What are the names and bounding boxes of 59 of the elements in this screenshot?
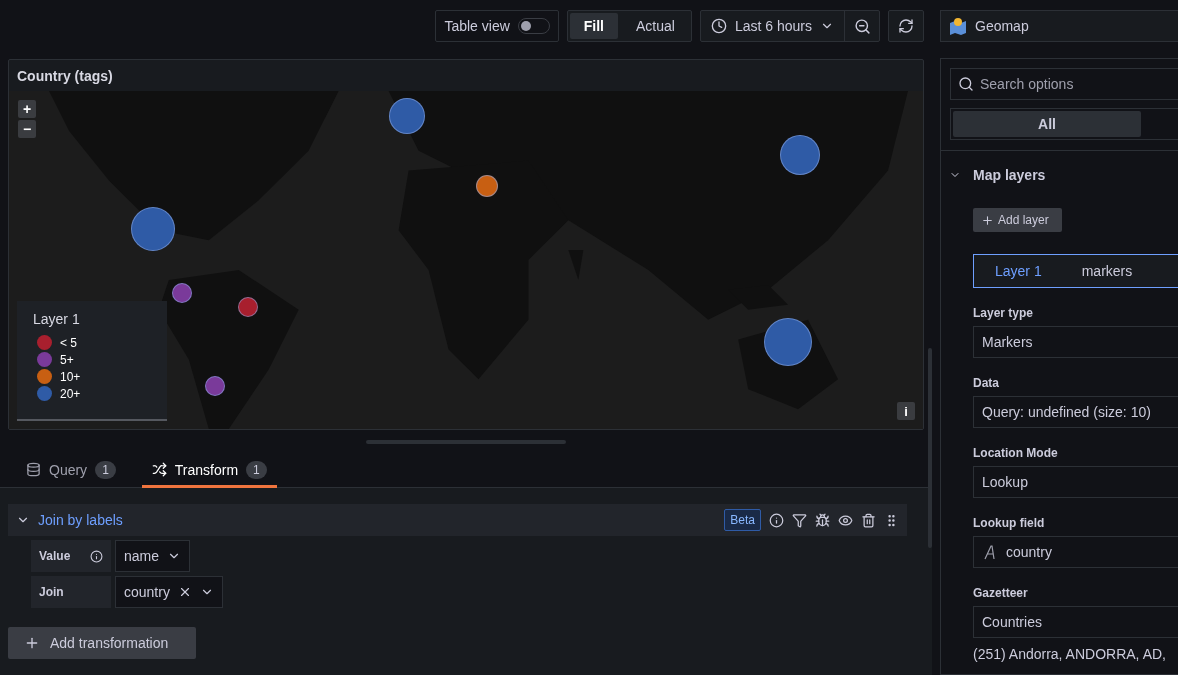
legend-label: 5+ xyxy=(60,352,74,367)
zoom-in-button[interactable]: + xyxy=(18,100,36,118)
select-field[interactable]: country xyxy=(973,536,1178,568)
refresh-icon xyxy=(898,18,914,34)
table-view-toggle[interactable]: Table view xyxy=(435,10,559,42)
select-field[interactable]: Lookup xyxy=(973,466,1178,498)
refresh-button[interactable] xyxy=(888,10,924,42)
layer-row[interactable]: Layer 1 markers xyxy=(973,254,1178,288)
zoom-out-button[interactable]: − xyxy=(18,120,36,138)
field-label: Value xyxy=(31,540,111,572)
option-label: Lookup field xyxy=(973,516,1046,530)
info-icon[interactable] xyxy=(769,512,784,528)
filter-tab[interactable]: All xyxy=(953,111,1141,137)
info-icon xyxy=(90,549,103,563)
visualization-picker[interactable]: Geomap xyxy=(940,10,1178,42)
legend-label: 10+ xyxy=(60,369,81,384)
add-layer-button[interactable]: Add layer xyxy=(973,208,1062,232)
select-field[interactable]: Query: undefined (size: 10) xyxy=(973,396,1178,428)
section-header[interactable]: Map layers xyxy=(941,155,1178,195)
transformation-header[interactable]: Join by labels Beta xyxy=(8,504,907,536)
string-type-icon xyxy=(982,544,998,560)
option-label: Data xyxy=(973,376,1000,390)
resize-handle[interactable] xyxy=(366,440,566,445)
legend-label: 20+ xyxy=(60,386,81,401)
search-field[interactable]: Search options xyxy=(950,68,1178,100)
beta-badge: Beta xyxy=(724,509,761,531)
transform-icon xyxy=(151,462,167,477)
editor-tab[interactable]: Query 1 xyxy=(16,454,126,488)
database-icon xyxy=(26,462,41,477)
select-field[interactable]: country xyxy=(115,576,223,608)
select-field[interactable]: Markers xyxy=(973,326,1178,358)
transformation-title: Join by labels xyxy=(38,512,124,528)
plus-icon xyxy=(981,213,994,227)
add-transformation-button[interactable]: Add transformation xyxy=(8,627,196,659)
panel-title: Country (tags) xyxy=(16,66,114,86)
zoom-out-icon xyxy=(853,17,871,35)
fit-option[interactable]: Actual xyxy=(622,13,689,39)
gazetteer-preview: (251) Andorra, ANDORRA, AD, xyxy=(973,646,1167,662)
info-button[interactable]: i xyxy=(897,402,915,421)
toggle-switch[interactable] xyxy=(517,18,550,34)
table-view-label: Table view xyxy=(444,18,510,34)
fit-option[interactable]: Fill xyxy=(569,13,618,39)
tab-count: 1 xyxy=(95,460,116,479)
legend-label: < 5 xyxy=(60,335,77,350)
select-field[interactable]: Countries xyxy=(973,606,1178,638)
option-label: Gazetteer xyxy=(973,586,1029,600)
filter-icon[interactable] xyxy=(792,512,807,528)
field-label: Join xyxy=(31,576,111,608)
plus-icon xyxy=(24,635,40,651)
legend-title: Layer 1 xyxy=(33,311,81,328)
map-pin-icon xyxy=(949,17,967,35)
option-label: Layer type xyxy=(973,306,1035,320)
bug-icon[interactable] xyxy=(815,512,830,528)
eye-icon[interactable] xyxy=(838,512,853,528)
select-field[interactable]: name xyxy=(115,540,191,572)
clock-icon xyxy=(710,18,727,34)
option-label: Location Mode xyxy=(973,446,1059,460)
tab-count: 1 xyxy=(246,460,267,479)
delete-icon[interactable] xyxy=(861,512,876,528)
